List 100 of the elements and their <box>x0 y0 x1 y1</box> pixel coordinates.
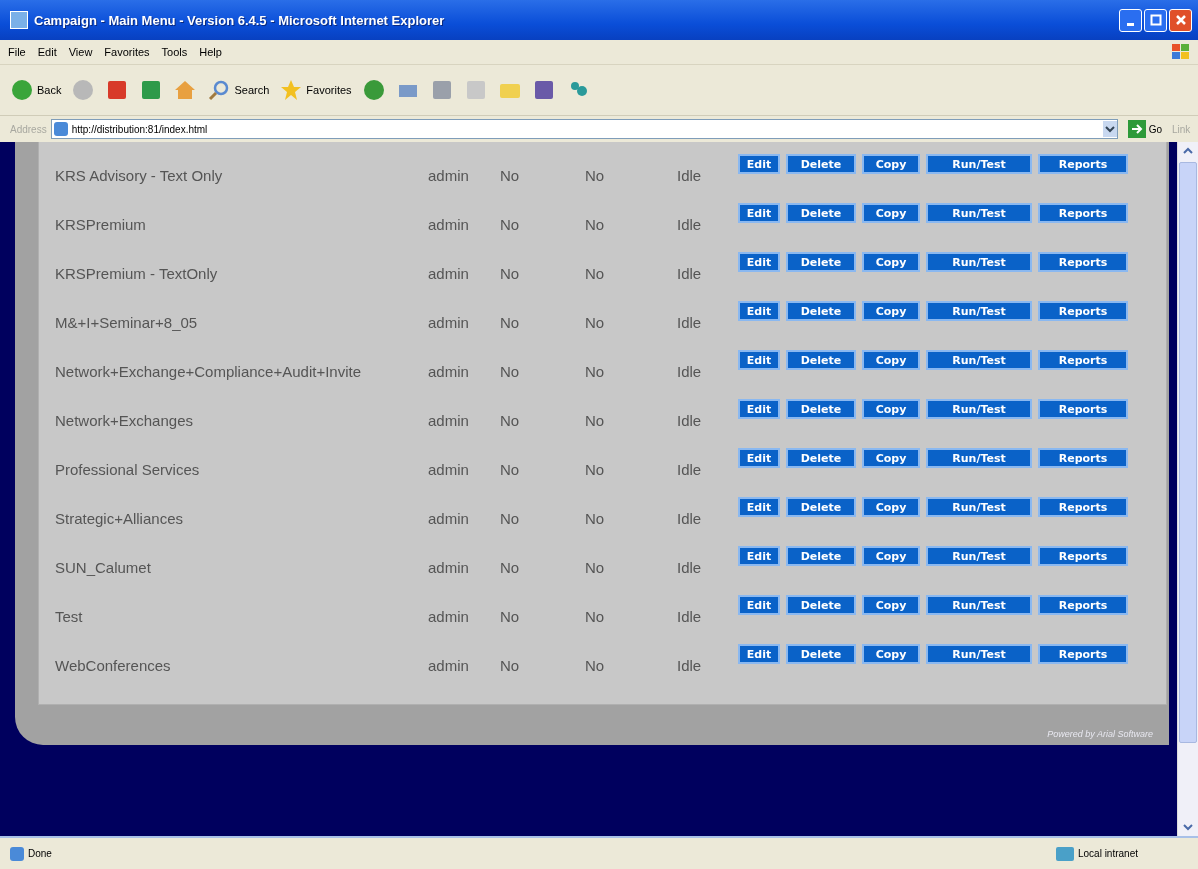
action-button[interactable]: Delete <box>786 595 856 615</box>
table-cell-text: No <box>585 460 606 478</box>
status-cell-text: Idle <box>677 411 703 429</box>
action-button[interactable]: Reports <box>1038 399 1128 419</box>
table-cell-text: No <box>585 656 606 674</box>
action-button[interactable]: Run/Test <box>926 448 1032 468</box>
campaign-name: KRS Advisory - Text Only <box>54 166 224 184</box>
action-button[interactable]: Reports <box>1038 546 1128 566</box>
action-button[interactable]: Run/Test <box>926 399 1032 419</box>
action-button[interactable]: Edit <box>738 448 780 468</box>
address-field[interactable]: http://distribution:81/index.html <box>50 119 1118 139</box>
action-button[interactable]: Run/Test <box>926 546 1032 566</box>
action-button[interactable]: Delete <box>786 399 856 419</box>
action-button[interactable]: Copy <box>862 448 920 468</box>
action-button[interactable]: Reports <box>1038 350 1128 370</box>
action-button[interactable]: Delete <box>786 252 856 272</box>
campaign-name: Network+Exchange+Compliance+Audit+Invite <box>54 362 362 380</box>
owner-cell-text: admin <box>428 656 470 674</box>
menu-item[interactable]: Favorites <box>104 46 150 58</box>
status-cell-text: Idle <box>677 558 703 576</box>
action-button[interactable]: Edit <box>738 154 780 174</box>
action-button[interactable]: Copy <box>862 252 920 272</box>
action-button[interactable]: Edit <box>738 203 780 223</box>
action-button[interactable]: Delete <box>786 644 856 664</box>
owner-cell-text: admin <box>428 362 470 380</box>
campaign-name: SUN_Calumet <box>54 558 152 576</box>
action-button[interactable]: Edit <box>738 350 780 370</box>
scrollbar[interactable] <box>1177 142 1198 836</box>
search-button[interactable]: Search <box>205 78 272 102</box>
action-button[interactable]: Edit <box>738 252 780 272</box>
action-button[interactable]: Copy <box>862 203 920 223</box>
back-button[interactable]: Back <box>8 78 64 102</box>
action-button[interactable]: Run/Test <box>926 350 1032 370</box>
action-button[interactable]: Reports <box>1038 203 1128 223</box>
action-button[interactable]: Reports <box>1038 595 1128 615</box>
owner-cell-text: admin <box>428 607 470 625</box>
action-button[interactable]: Delete <box>786 301 856 321</box>
menu-item[interactable]: View <box>68 46 93 58</box>
action-button[interactable]: Run/Test <box>926 595 1032 615</box>
minimize-icon <box>1127 22 1134 26</box>
action-button[interactable]: Copy <box>862 301 920 321</box>
action-button[interactable]: Run/Test <box>926 154 1032 174</box>
action-button[interactable]: Edit <box>738 644 780 664</box>
table-cell-text: No <box>585 313 606 331</box>
action-button[interactable]: Reports <box>1038 644 1128 664</box>
action-button[interactable]: Run/Test <box>926 301 1032 321</box>
action-button[interactable]: Run/Test <box>926 252 1032 272</box>
action-button[interactable]: Edit <box>738 595 780 615</box>
window-title: Campaign - Main Menu - Version 6.4.5 - Microsoft Internet Explorer <box>34 12 446 28</box>
status-cell-text: Idle <box>677 656 703 674</box>
action-button[interactable]: Copy <box>862 350 920 370</box>
table-cell-text: No <box>500 509 521 527</box>
action-button[interactable]: Delete <box>786 350 856 370</box>
action-button[interactable]: Delete <box>786 546 856 566</box>
owner-cell-text: admin <box>428 558 470 576</box>
table-cell-text: No <box>585 362 606 380</box>
action-button[interactable]: Reports <box>1038 252 1128 272</box>
action-button[interactable]: Copy <box>862 497 920 517</box>
owner-cell-text: admin <box>428 264 470 282</box>
owner-cell-text: admin <box>428 460 470 478</box>
close-button[interactable] <box>1169 8 1192 32</box>
menu-item[interactable]: File <box>8 46 26 58</box>
favorites-button[interactable]: Favorites <box>277 78 354 102</box>
status-cell-text: Idle <box>677 215 703 233</box>
maximize-button[interactable] <box>1144 8 1167 32</box>
menu-item[interactable]: Tools <box>161 46 188 58</box>
action-button[interactable]: Copy <box>862 595 920 615</box>
go-button[interactable]: Go <box>1121 120 1168 138</box>
owner-cell-text: admin <box>428 509 470 527</box>
table-cell-text: No <box>500 656 521 674</box>
action-button[interactable]: Run/Test <box>926 497 1032 517</box>
action-button[interactable]: Edit <box>738 546 780 566</box>
action-button[interactable]: Run/Test <box>926 203 1032 223</box>
action-button[interactable]: Run/Test <box>926 644 1032 664</box>
owner-cell-text: admin <box>428 313 470 331</box>
action-button[interactable]: Edit <box>738 497 780 517</box>
minimize-button[interactable] <box>1119 8 1142 32</box>
action-button[interactable]: Edit <box>738 399 780 419</box>
windows-logo-icon <box>1170 42 1192 62</box>
action-button[interactable]: Delete <box>786 448 856 468</box>
action-button[interactable]: Copy <box>862 644 920 664</box>
owner-cell-text: admin <box>428 215 470 233</box>
table-cell-text: No <box>500 313 521 331</box>
action-button[interactable]: Copy <box>862 399 920 419</box>
action-button[interactable]: Edit <box>738 301 780 321</box>
action-button[interactable]: Reports <box>1038 154 1128 174</box>
menu-item[interactable]: Edit <box>37 46 57 58</box>
action-button[interactable]: Delete <box>786 203 856 223</box>
campaign-name: M&+I+Seminar+8_05 <box>54 313 199 331</box>
action-button[interactable]: Reports <box>1038 301 1128 321</box>
action-button[interactable]: Copy <box>862 546 920 566</box>
app-icon <box>10 11 28 29</box>
status-cell-text: Idle <box>677 460 703 478</box>
action-button[interactable]: Reports <box>1038 497 1128 517</box>
action-button[interactable]: Reports <box>1038 448 1128 468</box>
action-button[interactable]: Delete <box>786 497 856 517</box>
campaign-name: Professional Services <box>54 460 201 478</box>
action-button[interactable]: Copy <box>862 154 920 174</box>
action-button[interactable]: Delete <box>786 154 856 174</box>
menu-item[interactable]: Help <box>199 46 222 58</box>
